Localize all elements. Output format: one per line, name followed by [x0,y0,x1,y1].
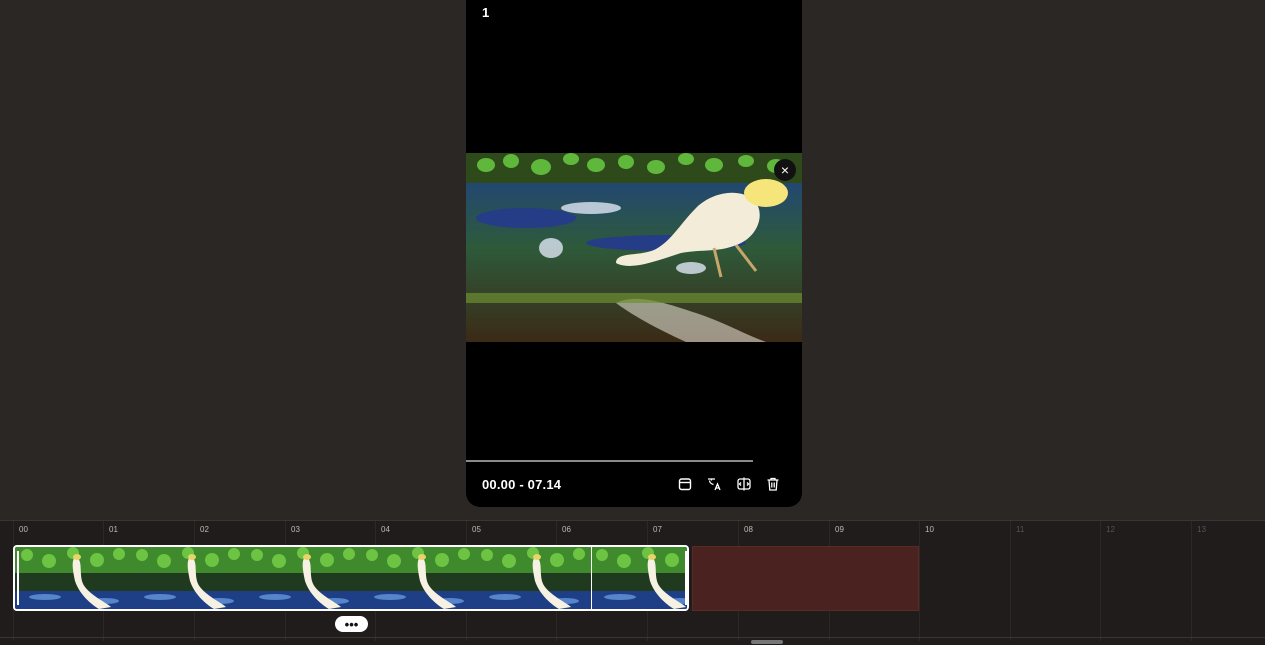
playhead[interactable] [591,546,592,611]
tick-label: 02 [200,525,209,534]
trash-icon[interactable] [765,476,781,492]
tick-label: 10 [925,525,934,534]
video-preview-panel: 1 00.00 - 07.14 [466,0,802,507]
calendar-icon[interactable] [677,476,693,492]
close-icon: × [780,162,790,178]
timeline-scrollbar[interactable] [751,640,783,644]
clip-thumbnails [15,547,687,609]
more-options-button[interactable]: ••• [335,616,368,632]
tick-11: 11 [1010,521,1024,641]
tick-label: 00 [19,525,28,534]
video-clip[interactable] [13,545,689,611]
time-ruler[interactable]: 00 01 02 03 04 05 06 07 08 09 10 11 12 1… [0,521,1265,641]
tick-label: 13 [1197,525,1206,534]
translate-icon[interactable] [706,476,722,492]
playback-progress[interactable] [466,460,753,462]
heron-image [466,153,802,342]
tick-label: 01 [109,525,118,534]
tick-label: 06 [562,525,571,534]
tick-label: 05 [472,525,481,534]
split-icon[interactable] [736,476,752,492]
tick-label: 08 [744,525,753,534]
empty-track-region[interactable] [692,546,919,611]
video-frame[interactable] [466,153,802,342]
close-media-button[interactable]: × [774,159,796,181]
page-number: 1 [482,5,490,20]
tick-label: 03 [291,525,300,534]
tick-label: 07 [653,525,662,534]
tick-label: 09 [835,525,844,534]
clip-trim-handle-left[interactable] [17,551,19,605]
tick-label: 12 [1106,525,1115,534]
clip-trim-handle-right[interactable] [685,551,687,605]
tick-10: 10 [919,521,934,641]
time-range-label: 00.00 - 07.14 [482,477,562,492]
tick-12: 12 [1100,521,1115,641]
tick-13: 13 [1191,521,1206,641]
tick-label: 11 [1016,525,1025,534]
divider [0,637,1265,638]
tick-label: 04 [381,525,390,534]
